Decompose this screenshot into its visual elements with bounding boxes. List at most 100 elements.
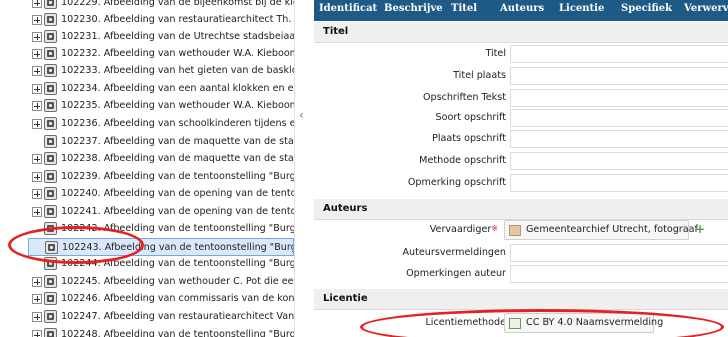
methode-opschrift-input[interactable] [510, 152, 728, 170]
tree-row-label: 102245. Afbeelding van wethouder C. Pot … [61, 276, 294, 287]
vervaardiger-value-chip[interactable]: Gemeentearchief Utrecht, fotograaf [504, 220, 698, 240]
record-icon [44, 310, 57, 323]
expand-icon[interactable] [32, 49, 42, 59]
tree-row[interactable]: 102245. Afbeelding van wethouder C. Pot … [28, 273, 294, 291]
tree-row[interactable]: 102231. Afbeelding van de Utrechtse stad… [28, 28, 294, 46]
tree-row-label: 102235. Afbeelding van wethouder W.A. Ki… [61, 100, 294, 111]
tree-row[interactable]: 102234. Afbeelding van een aantal klokke… [28, 80, 294, 98]
field-titel-plaats: Titel plaats [314, 66, 728, 86]
field-label: Opmerking opschrift [407, 177, 506, 188]
collapse-panel-icon[interactable]: ‹ [299, 108, 304, 122]
expand-icon[interactable] [32, 312, 42, 322]
tree-row[interactable]: 102236. Afbeelding van schoolkinderen ti… [28, 115, 294, 133]
expand-icon[interactable] [32, 119, 42, 129]
record-icon [44, 0, 57, 9]
record-icon [44, 257, 57, 270]
tree-row-label: 102247. Afbeelding van restauratiearchit… [61, 311, 294, 322]
add-icon[interactable]: + [695, 222, 705, 236]
expand-icon[interactable] [32, 0, 42, 8]
expand-icon[interactable] [32, 15, 42, 25]
plaats-opschrift-input[interactable] [510, 130, 728, 148]
expand-icon[interactable] [32, 32, 42, 42]
field-label: Opmerkingen auteur [406, 268, 506, 279]
tree-row[interactable]: 102239. Afbeelding van de tentoonstellin… [28, 168, 294, 186]
tree-row[interactable]: 102235. Afbeelding van wethouder W.A. Ki… [28, 97, 294, 115]
person-thumbnail-icon [509, 225, 521, 236]
expand-icon[interactable] [32, 189, 42, 199]
expand-icon[interactable] [32, 154, 42, 164]
tab-identificatie[interactable]: Identificat [319, 3, 377, 14]
opschriften-tekst-input[interactable] [510, 89, 728, 107]
tree-row[interactable]: 102242. Afbeelding van de tentoonstellin… [28, 220, 294, 238]
detail-panel: Identificat Beschrijve Titel Auteurs Lic… [314, 0, 728, 337]
tab-auteurs[interactable]: Auteurs [500, 3, 544, 14]
tab-specifiek[interactable]: Specifiek [621, 3, 672, 14]
field-label: Licentiemethode [425, 317, 506, 328]
licentiemethode-value-chip[interactable]: CC BY 4.0 Naamsvermelding [504, 313, 663, 333]
expand-icon[interactable] [32, 330, 42, 337]
section-licentie: Licentie [314, 289, 728, 310]
required-icon: ※ [491, 224, 498, 233]
expand-icon[interactable] [32, 294, 42, 304]
tree-row-label: 102240. Afbeelding van de opening van de… [61, 188, 294, 199]
record-icon [44, 222, 57, 235]
tree-row[interactable]: 102246. Afbeelding van commissaris van d… [28, 290, 294, 308]
field-opschriften-tekst: Opschriften Tekst [314, 88, 728, 108]
tree-row-label: 102248. Afbeelding van de tentoonstellin… [61, 329, 294, 337]
titel-input[interactable] [510, 45, 728, 63]
tree-row-label: 102246. Afbeelding van commissaris van d… [61, 293, 294, 304]
record-icon [44, 82, 57, 95]
section-heading: Licentie [323, 293, 368, 304]
record-icon [44, 135, 57, 148]
record-icon [44, 292, 57, 305]
expand-icon[interactable] [32, 66, 42, 76]
tree-row[interactable]: 102232. Afbeelding van wethouder W.A. Ki… [28, 45, 294, 63]
tree-row[interactable]: 102237. Afbeelding van de maquette van d… [28, 133, 294, 151]
soort-opschrift-input[interactable] [510, 109, 728, 127]
tree-row-label: 102234. Afbeelding van een aantal klokke… [61, 83, 294, 94]
section-titel: Titel [314, 22, 728, 43]
expand-icon[interactable] [32, 207, 42, 217]
splitter[interactable]: ‹ [294, 0, 314, 337]
tree-row[interactable]: 102244. Afbeelding van de tentoonstellin… [28, 255, 294, 273]
tree-row[interactable]: 102247. Afbeelding van restauratiearchit… [28, 308, 294, 326]
auteursvermeldingen-input[interactable] [510, 244, 728, 262]
expand-icon[interactable] [32, 84, 42, 94]
tab-titel[interactable]: Titel [451, 3, 477, 14]
tree-row[interactable]: 102248. Afbeelding van de tentoonstellin… [28, 326, 294, 337]
section-auteurs: Auteurs [314, 199, 728, 220]
titel-plaats-input[interactable] [510, 67, 728, 85]
expand-icon[interactable] [32, 101, 42, 111]
record-icon [44, 187, 57, 200]
field-label: Plaats opschrift [432, 133, 506, 144]
tree-row-label: 102238. Afbeelding van de maquette van d… [61, 153, 294, 164]
record-icon [44, 152, 57, 165]
tree-row[interactable]: 102238. Afbeelding van de maquette van d… [28, 150, 294, 168]
tree-row-label: 102233. Afbeelding van het gieten van de… [61, 65, 294, 76]
expand-icon[interactable] [32, 172, 42, 182]
tree-row[interactable]: 102230. Afbeelding van restauratiearchit… [28, 11, 294, 29]
tree-row[interactable]: 102240. Afbeelding van de opening van de… [28, 185, 294, 203]
tab-licentie[interactable]: Licentie [559, 3, 604, 14]
record-icon [44, 99, 57, 112]
tree-row[interactable]: 102241. Afbeelding van de opening van de… [28, 203, 294, 221]
record-icon [44, 275, 57, 288]
opmerking-opschrift-input[interactable] [510, 174, 728, 192]
tree-row-label: 102242. Afbeelding van de tentoonstellin… [61, 223, 294, 234]
field-opmerkingen-auteur: Opmerkingen auteur [314, 264, 728, 284]
section-heading: Titel [323, 26, 349, 37]
tree-row-label: 102231. Afbeelding van de Utrechtse stad… [61, 31, 294, 42]
record-icon [45, 241, 58, 254]
tree-row[interactable]: 102233. Afbeelding van het gieten van de… [28, 62, 294, 80]
field-titel: Titel [314, 44, 728, 64]
tree-row-selected[interactable]: 102243. Afbeelding van de tentoonstellin… [28, 238, 294, 256]
field-label: Vervaardiger※ [430, 224, 498, 235]
field-label: Methode opschrift [419, 155, 506, 166]
tab-verwerving[interactable]: Verwervin [684, 3, 728, 14]
tree-row-label: 102232. Afbeelding van wethouder W.A. Ki… [61, 48, 294, 59]
tree-row-label: 102230. Afbeelding van restauratiearchit… [61, 14, 294, 25]
opmerkingen-auteur-input[interactable] [510, 265, 728, 283]
tab-beschrijving[interactable]: Beschrijve [384, 3, 443, 14]
expand-icon[interactable] [32, 277, 42, 287]
field-label: Titel plaats [453, 70, 506, 81]
